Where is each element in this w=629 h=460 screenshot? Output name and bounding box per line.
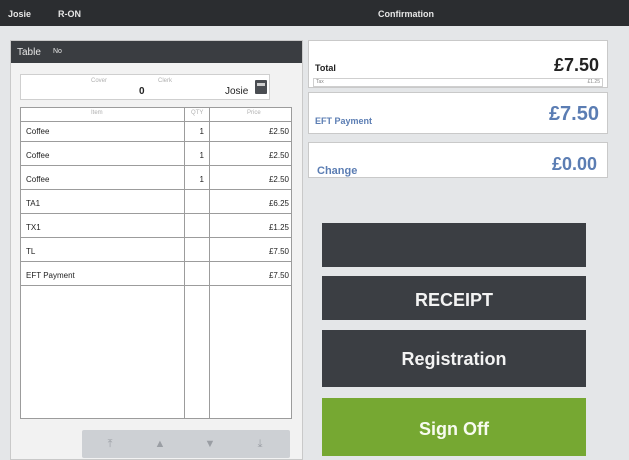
change-label: Change xyxy=(317,165,358,177)
order-panel-header: Table No xyxy=(11,41,302,63)
row-price: £1.25 xyxy=(268,223,289,232)
table-row[interactable]: Coffee 1 £2.50 xyxy=(21,122,291,142)
row-qty: 1 xyxy=(199,151,204,160)
scroll-down-icon[interactable]: ▼ xyxy=(190,438,230,450)
blank-button[interactable] xyxy=(322,223,586,267)
registration-button[interactable]: Registration xyxy=(322,330,586,387)
change-card: Change £0.00 xyxy=(308,142,608,178)
table-label: Table xyxy=(17,47,41,58)
eft-payment-value: £7.50 xyxy=(548,103,599,125)
row-item: EFT Payment xyxy=(26,271,75,280)
row-price: £2.50 xyxy=(268,175,289,184)
total-value: £7.50 xyxy=(553,55,599,75)
row-price: £7.50 xyxy=(268,271,289,280)
sign-off-button-label: Sign Off xyxy=(419,419,489,439)
total-card: Total £7.50 Tax £1.25 xyxy=(308,40,608,88)
receipt-button-label: RECEIPT xyxy=(414,290,493,310)
table-scroll-nav: ⤒ ▲ ▼ ⤓ xyxy=(82,430,290,458)
table-header-row: Item QTY Price xyxy=(21,108,291,122)
column-header-qty: QTY xyxy=(191,110,204,116)
clerk-label: Clerk xyxy=(158,78,173,84)
table-row[interactable]: TL £7.50 xyxy=(21,242,291,262)
top-bar: Josie R-ON Confirmation xyxy=(0,0,629,26)
row-item: TX1 xyxy=(26,223,41,232)
user-name: Josie xyxy=(8,9,32,19)
eft-payment-card: EFT Payment £7.50 xyxy=(308,92,608,134)
drawer-icon[interactable] xyxy=(255,80,267,94)
sign-off-button[interactable]: Sign Off xyxy=(322,398,586,456)
column-header-price: Price xyxy=(247,110,261,116)
tax-value: £1.25 xyxy=(587,79,600,85)
table-row[interactable]: TX1 £1.25 xyxy=(21,218,291,238)
change-value: £0.00 xyxy=(551,154,597,174)
cover-label: Cover xyxy=(91,78,108,84)
scroll-top-icon[interactable]: ⤒ xyxy=(90,438,130,450)
total-label: Total xyxy=(315,63,336,73)
row-qty: 1 xyxy=(199,175,204,184)
tax-line: Tax £1.25 xyxy=(313,78,603,87)
order-info-bar: Cover 0 Clerk Josie xyxy=(20,74,270,100)
table-row[interactable]: Coffee 1 £2.50 xyxy=(21,170,291,190)
table-row[interactable]: EFT Payment £7.50 xyxy=(21,266,291,286)
row-price: £2.50 xyxy=(268,151,289,160)
clerk-value: Josie xyxy=(225,86,249,97)
scroll-bottom-icon[interactable]: ⤓ xyxy=(240,438,280,450)
row-price: £6.25 xyxy=(268,199,289,208)
row-item: Coffee xyxy=(26,127,50,136)
scroll-up-icon[interactable]: ▲ xyxy=(140,438,180,450)
order-items-table: Item QTY Price Coffee 1 £2.50 Coffee 1 £… xyxy=(20,107,292,419)
row-price: £2.50 xyxy=(268,127,289,136)
row-item: TA1 xyxy=(26,199,41,208)
table-row[interactable]: Coffee 1 £2.50 xyxy=(21,146,291,166)
table-row[interactable]: TA1 £6.25 xyxy=(21,194,291,214)
column-header-item: Item xyxy=(91,110,103,116)
row-item: Coffee xyxy=(26,175,50,184)
mode-indicator: R-ON xyxy=(58,9,81,19)
table-number-label: No xyxy=(53,48,62,55)
screen-title: Confirmation xyxy=(378,9,434,19)
row-price: £7.50 xyxy=(268,247,289,256)
receipt-button[interactable]: RECEIPT xyxy=(322,276,586,320)
eft-payment-label: EFT Payment xyxy=(315,116,373,126)
cover-value: 0 xyxy=(139,86,145,97)
registration-button-label: Registration xyxy=(401,349,507,369)
row-item: Coffee xyxy=(26,151,50,160)
tax-label: Tax xyxy=(316,79,324,85)
row-item: TL xyxy=(26,247,36,256)
row-qty: 1 xyxy=(199,127,204,136)
